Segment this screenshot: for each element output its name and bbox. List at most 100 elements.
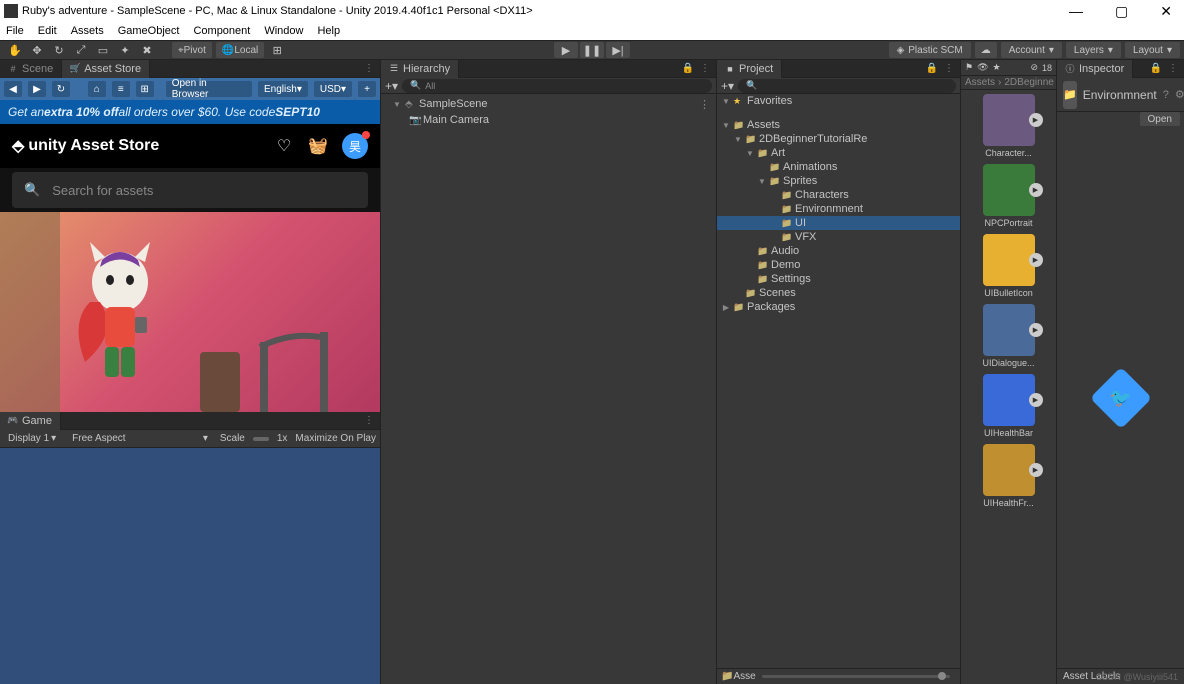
- currency-dropdown[interactable]: USD ▾: [314, 81, 352, 97]
- folder-row[interactable]: Settings: [717, 272, 960, 286]
- menu-gameobject[interactable]: GameObject: [118, 25, 180, 37]
- basket-icon[interactable]: 🧺: [308, 136, 328, 156]
- store-search-input[interactable]: 🔍 Search for assets: [12, 172, 368, 208]
- hierarchy-search-input[interactable]: 🔍All: [402, 79, 712, 93]
- home-button[interactable]: ⌂: [88, 81, 106, 97]
- hierarchy-add-button[interactable]: +▾: [385, 79, 398, 93]
- folder-row[interactable]: Animations: [717, 160, 960, 174]
- folder-row-selected[interactable]: UI: [717, 216, 960, 230]
- play-button[interactable]: ▶: [554, 42, 578, 58]
- inspector-menu-icon[interactable]: ⋮: [1168, 63, 1178, 74]
- hierarchy-lock-icon[interactable]: 🔒: [682, 63, 694, 74]
- back-button[interactable]: ◀: [4, 81, 22, 97]
- user-avatar[interactable]: 昊: [342, 133, 368, 159]
- maximize-on-play[interactable]: Maximize On Play: [295, 433, 376, 444]
- packages-row[interactable]: ▶Packages: [717, 300, 960, 314]
- scene-menu-icon[interactable]: ⋮: [699, 98, 710, 111]
- asset-thumbnail[interactable]: ▶UIBulletIcon: [965, 234, 1052, 298]
- folder-row[interactable]: Audio: [717, 244, 960, 258]
- maximize-button[interactable]: ▢: [1115, 3, 1128, 20]
- folder-row[interactable]: VFX: [717, 230, 960, 244]
- project-add-button[interactable]: +▾: [721, 79, 734, 93]
- items-button[interactable]: ⊞: [136, 81, 154, 97]
- inspector-help-icon[interactable]: ?: [1163, 89, 1169, 101]
- favorites-row[interactable]: ▼★Favorites: [717, 94, 960, 108]
- folder-row[interactable]: ▼Art: [717, 146, 960, 160]
- breadcrumb[interactable]: Assets › 2DBeginne: [961, 76, 1056, 90]
- scale-tool-icon[interactable]: ⤢: [71, 42, 91, 58]
- inspector-lock-icon[interactable]: 🔒: [1150, 63, 1162, 74]
- asset-thumbnail[interactable]: ▶Character...: [965, 94, 1052, 158]
- inspector-settings-icon[interactable]: ⚙: [1175, 88, 1184, 101]
- hierarchy-item[interactable]: 📷 Main Camera: [381, 112, 716, 128]
- thumbnail-label: UIDialogue...: [982, 358, 1034, 368]
- folder-row[interactable]: Characters: [717, 188, 960, 202]
- project-search-input[interactable]: 🔍: [738, 79, 956, 93]
- menu-window[interactable]: Window: [264, 25, 303, 37]
- star-icon[interactable]: ★: [993, 62, 1001, 73]
- wishlist-icon[interactable]: ♡: [274, 136, 294, 156]
- forward-button[interactable]: ▶: [28, 81, 46, 97]
- move-tool-icon[interactable]: ✥: [27, 42, 47, 58]
- step-button[interactable]: ▶|: [606, 42, 630, 58]
- account-dropdown[interactable]: Account ▾: [1001, 42, 1062, 58]
- hierarchy-menu-icon[interactable]: ⋮: [700, 63, 710, 74]
- game-tab[interactable]: 🎮Game: [0, 412, 61, 430]
- game-viewport[interactable]: [0, 448, 380, 684]
- tab-menu-icon[interactable]: ⋮: [364, 63, 374, 74]
- asset-thumbnail[interactable]: ▶UIHealthBar: [965, 374, 1052, 438]
- folder-row[interactable]: ▼2DBeginnerTutorialRe: [717, 132, 960, 146]
- display-dropdown[interactable]: Display 1 ▾: [4, 433, 60, 444]
- asset-store-tab[interactable]: 🛒Asset Store: [62, 60, 150, 78]
- rect-tool-icon[interactable]: ▭: [93, 42, 113, 58]
- pivot-toggle[interactable]: ⌖ Pivot: [172, 42, 212, 58]
- menu-component[interactable]: Component: [193, 25, 250, 37]
- aspect-dropdown[interactable]: Free Aspect▾: [68, 433, 212, 444]
- folder-row[interactable]: Environmnent: [717, 202, 960, 216]
- hierarchy-tab[interactable]: ☰Hierarchy: [381, 60, 459, 78]
- plastic-scm-button[interactable]: ◈ Plastic SCM: [889, 42, 971, 58]
- inspector-tab[interactable]: ⓘInspector: [1057, 60, 1133, 78]
- hidden-icon[interactable]: ⊘: [1030, 62, 1038, 73]
- menu-edit[interactable]: Edit: [38, 25, 57, 37]
- rotate-tool-icon[interactable]: ↻: [49, 42, 69, 58]
- menu-help[interactable]: Help: [317, 25, 340, 37]
- project-menu-icon[interactable]: ⋮: [944, 63, 954, 74]
- asset-thumbnail[interactable]: ▶NPCPortrait: [965, 164, 1052, 228]
- scene-tab[interactable]: #Scene: [0, 60, 62, 78]
- asset-thumbnail[interactable]: ▶UIHealthFr...: [965, 444, 1052, 508]
- eye-icon[interactable]: 👁: [977, 62, 988, 73]
- transform-tool-icon[interactable]: ✦: [115, 42, 135, 58]
- language-dropdown[interactable]: English ▾: [258, 81, 308, 97]
- custom-tool-icon[interactable]: ✖: [137, 42, 157, 58]
- local-toggle[interactable]: 🌐 Local: [216, 42, 264, 58]
- asset-thumbnail[interactable]: ▶UIDialogue...: [965, 304, 1052, 368]
- minimize-button[interactable]: —: [1069, 3, 1083, 20]
- reload-button[interactable]: ↻: [52, 81, 70, 97]
- menu-assets[interactable]: Assets: [71, 25, 104, 37]
- project-tab[interactable]: ■Project: [717, 60, 782, 78]
- cloud-button[interactable]: ☁: [975, 42, 997, 58]
- layers-dropdown[interactable]: Layers ▾: [1066, 42, 1121, 58]
- expand-arrow-icon[interactable]: ▼: [393, 100, 403, 109]
- open-in-browser-button[interactable]: Open in Browser: [166, 81, 252, 97]
- snap-icon[interactable]: ⊞: [267, 42, 287, 58]
- folder-row[interactable]: Scenes: [717, 286, 960, 300]
- menu-file[interactable]: File: [6, 25, 24, 37]
- layout-dropdown[interactable]: Layout ▾: [1125, 42, 1180, 58]
- filter-icon[interactable]: ⚑: [965, 62, 973, 73]
- game-tab-menu-icon[interactable]: ⋮: [364, 415, 374, 426]
- hand-tool-icon[interactable]: ✋: [5, 42, 25, 58]
- open-button[interactable]: Open: [1140, 112, 1180, 126]
- list-button[interactable]: ≡: [112, 81, 130, 97]
- scene-row[interactable]: ▼ ⬘ SampleScene ⋮: [381, 96, 716, 112]
- assets-row[interactable]: ▼Assets: [717, 118, 960, 132]
- folder-row[interactable]: ▼Sprites: [717, 174, 960, 188]
- scale-slider[interactable]: [253, 437, 269, 441]
- close-button[interactable]: ✕: [1160, 3, 1172, 20]
- thumbnail-size-slider[interactable]: [762, 675, 950, 678]
- pause-button[interactable]: ❚❚: [580, 42, 604, 58]
- project-lock-icon[interactable]: 🔒: [926, 63, 938, 74]
- folder-row[interactable]: Demo: [717, 258, 960, 272]
- add-button[interactable]: +: [358, 81, 376, 97]
